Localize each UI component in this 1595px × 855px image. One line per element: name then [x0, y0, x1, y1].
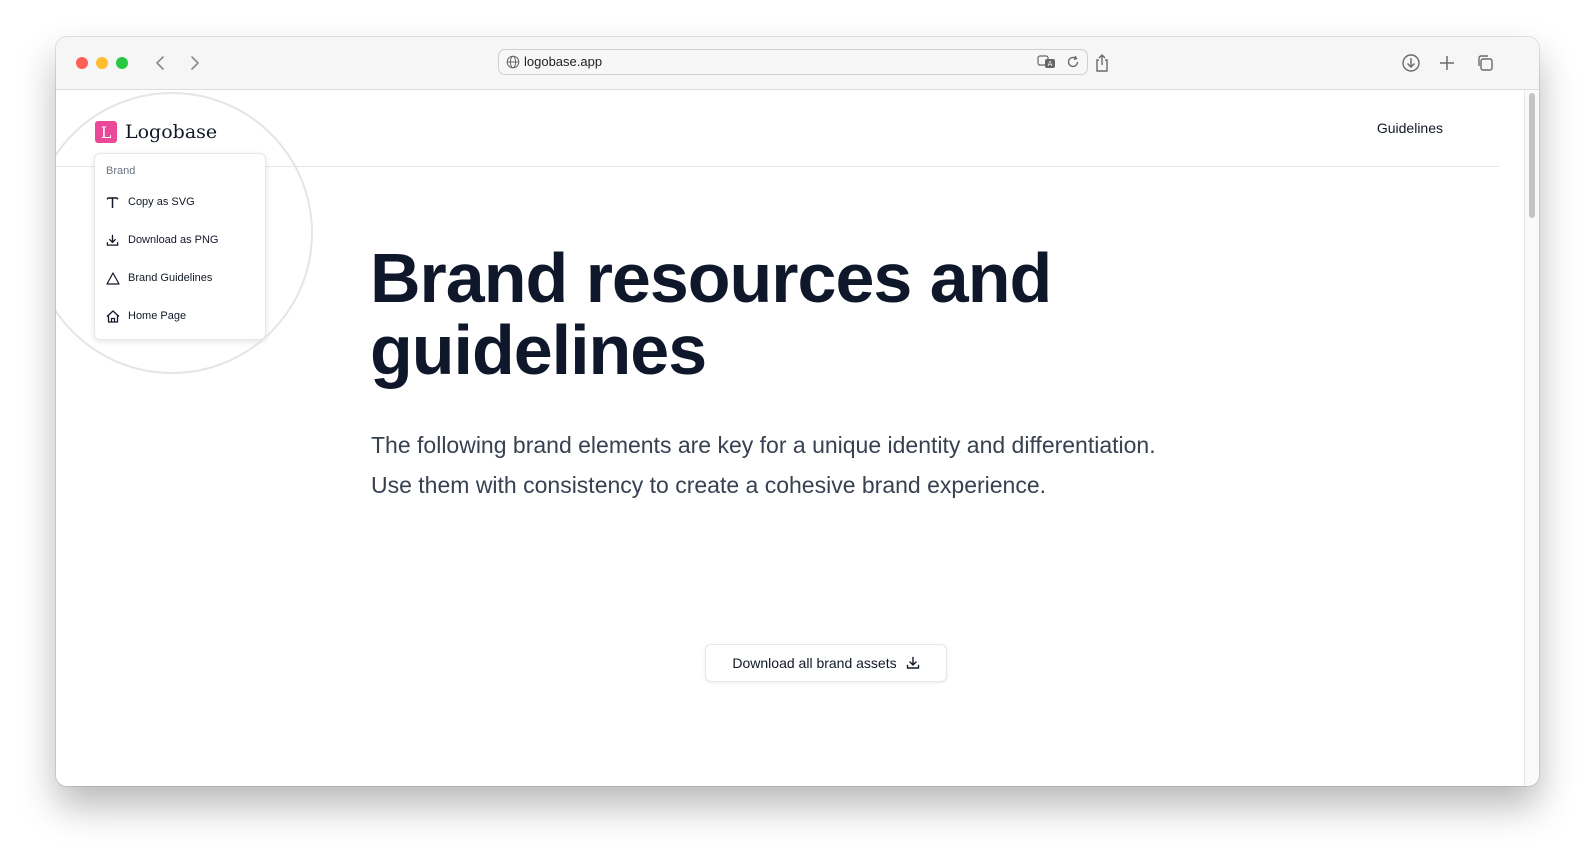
- home-icon: [106, 309, 122, 323]
- zoom-window-button[interactable]: [116, 57, 128, 69]
- browser-window: logobase.app A Guidelines L Logobase Bra…: [56, 37, 1539, 786]
- scrollbar-thumb[interactable]: [1529, 93, 1535, 218]
- close-window-button[interactable]: [76, 57, 88, 69]
- menu-item-home-page[interactable]: Home Page: [106, 306, 186, 326]
- triangle-icon: [106, 271, 122, 285]
- new-tab-icon[interactable]: [1435, 51, 1459, 75]
- web-page: Guidelines L Logobase Brand resources an…: [56, 90, 1499, 786]
- hero-title-line-2: guidelines: [370, 311, 707, 389]
- menu-item-download-png[interactable]: Download as PNG: [106, 230, 219, 250]
- hero-title: Brand resources and guidelines: [370, 242, 1270, 386]
- menu-item-label: Download as PNG: [128, 234, 219, 246]
- menu-item-label: Home Page: [128, 310, 187, 322]
- hero-subtitle-line-2: Use them with consistency to create a co…: [371, 472, 1047, 498]
- hero-subtitle-line-1: The following brand elements are key for…: [371, 432, 1156, 458]
- logo-mark: L: [95, 121, 117, 143]
- menu-item-brand-guidelines[interactable]: Brand Guidelines: [106, 268, 212, 288]
- logo-text: Logobase: [125, 121, 218, 143]
- logo-context-menu: Brand Copy as SVG Download as PNG Brand …: [94, 153, 266, 340]
- hero-subtitle: The following brand elements are key for…: [371, 425, 1271, 505]
- download-all-assets-label: Download all brand assets: [732, 655, 897, 671]
- url-text: logobase.app: [524, 54, 603, 69]
- nav-link-guidelines[interactable]: Guidelines: [1377, 120, 1443, 136]
- minimize-window-button[interactable]: [96, 57, 108, 69]
- site-header: Guidelines: [56, 90, 1499, 167]
- hero-title-line-1: Brand resources and: [370, 239, 1052, 317]
- menu-item-copy-svg[interactable]: Copy as SVG: [106, 192, 195, 212]
- download-icon: [106, 234, 122, 247]
- forward-icon[interactable]: [183, 51, 207, 75]
- reload-icon[interactable]: [1066, 55, 1080, 74]
- back-icon[interactable]: [148, 51, 172, 75]
- globe-icon: [506, 55, 520, 74]
- site-logo[interactable]: L Logobase: [95, 119, 217, 145]
- menu-item-label: Copy as SVG: [128, 196, 195, 208]
- type-icon: [106, 196, 122, 209]
- download-all-assets-button[interactable]: Download all brand assets: [705, 644, 947, 682]
- browser-titlebar: logobase.app A: [56, 37, 1539, 90]
- download-icon: [906, 656, 920, 670]
- address-bar[interactable]: logobase.app A: [498, 49, 1088, 75]
- page-scrollbar[interactable]: [1524, 90, 1539, 786]
- menu-section-label: Brand: [106, 165, 136, 177]
- menu-item-label: Brand Guidelines: [128, 272, 213, 284]
- svg-text:A: A: [1048, 60, 1053, 68]
- share-icon[interactable]: [1090, 51, 1114, 75]
- translate-icon[interactable]: A: [1037, 54, 1057, 75]
- downloads-icon[interactable]: [1399, 51, 1423, 75]
- tab-overview-icon[interactable]: [1473, 51, 1497, 75]
